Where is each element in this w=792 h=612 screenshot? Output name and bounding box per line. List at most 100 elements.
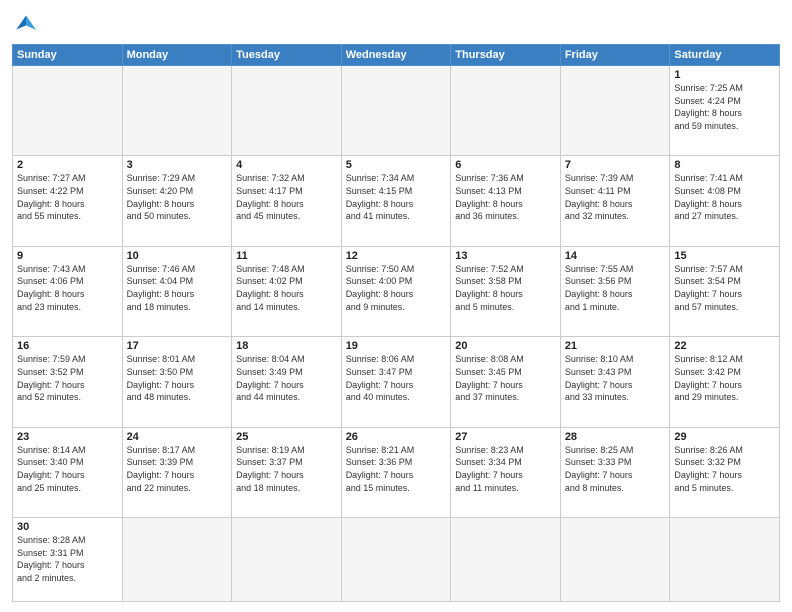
day-number: 8 — [674, 159, 775, 171]
day-number: 11 — [236, 250, 337, 262]
day-number: 27 — [455, 431, 556, 443]
day-number: 30 — [17, 521, 118, 533]
day-info: Sunrise: 7:43 AM Sunset: 4:06 PM Dayligh… — [17, 263, 118, 313]
calendar-day-cell: 30Sunrise: 8:28 AM Sunset: 3:31 PM Dayli… — [13, 518, 123, 602]
logo-icon — [12, 10, 40, 38]
day-number: 16 — [17, 340, 118, 352]
header — [12, 10, 780, 38]
calendar-day-cell: 10Sunrise: 7:46 AM Sunset: 4:04 PM Dayli… — [122, 246, 232, 336]
calendar-day-cell — [341, 518, 451, 602]
day-number: 24 — [127, 431, 228, 443]
calendar-day-cell: 13Sunrise: 7:52 AM Sunset: 3:58 PM Dayli… — [451, 246, 561, 336]
day-number: 12 — [346, 250, 447, 262]
day-number: 28 — [565, 431, 666, 443]
day-info: Sunrise: 8:19 AM Sunset: 3:37 PM Dayligh… — [236, 444, 337, 494]
calendar-header-monday: Monday — [122, 45, 232, 66]
calendar-day-cell — [232, 518, 342, 602]
day-info: Sunrise: 7:29 AM Sunset: 4:20 PM Dayligh… — [127, 172, 228, 222]
calendar-week-row: 23Sunrise: 8:14 AM Sunset: 3:40 PM Dayli… — [13, 427, 780, 517]
calendar-header-sunday: Sunday — [13, 45, 123, 66]
day-info: Sunrise: 7:39 AM Sunset: 4:11 PM Dayligh… — [565, 172, 666, 222]
calendar-day-cell: 7Sunrise: 7:39 AM Sunset: 4:11 PM Daylig… — [560, 156, 670, 246]
day-number: 15 — [674, 250, 775, 262]
calendar-day-cell: 11Sunrise: 7:48 AM Sunset: 4:02 PM Dayli… — [232, 246, 342, 336]
calendar-day-cell: 22Sunrise: 8:12 AM Sunset: 3:42 PM Dayli… — [670, 337, 780, 427]
calendar-header-wednesday: Wednesday — [341, 45, 451, 66]
day-info: Sunrise: 8:01 AM Sunset: 3:50 PM Dayligh… — [127, 353, 228, 403]
calendar-header-thursday: Thursday — [451, 45, 561, 66]
day-info: Sunrise: 7:36 AM Sunset: 4:13 PM Dayligh… — [455, 172, 556, 222]
day-number: 9 — [17, 250, 118, 262]
day-info: Sunrise: 8:08 AM Sunset: 3:45 PM Dayligh… — [455, 353, 556, 403]
day-number: 21 — [565, 340, 666, 352]
day-info: Sunrise: 7:32 AM Sunset: 4:17 PM Dayligh… — [236, 172, 337, 222]
calendar-day-cell: 24Sunrise: 8:17 AM Sunset: 3:39 PM Dayli… — [122, 427, 232, 517]
calendar-day-cell: 3Sunrise: 7:29 AM Sunset: 4:20 PM Daylig… — [122, 156, 232, 246]
day-number: 10 — [127, 250, 228, 262]
day-info: Sunrise: 7:50 AM Sunset: 4:00 PM Dayligh… — [346, 263, 447, 313]
calendar-day-cell: 1Sunrise: 7:25 AM Sunset: 4:24 PM Daylig… — [670, 66, 780, 156]
day-number: 5 — [346, 159, 447, 171]
day-info: Sunrise: 8:12 AM Sunset: 3:42 PM Dayligh… — [674, 353, 775, 403]
calendar-day-cell — [451, 66, 561, 156]
calendar-day-cell: 15Sunrise: 7:57 AM Sunset: 3:54 PM Dayli… — [670, 246, 780, 336]
day-number: 3 — [127, 159, 228, 171]
calendar-day-cell: 23Sunrise: 8:14 AM Sunset: 3:40 PM Dayli… — [13, 427, 123, 517]
day-number: 4 — [236, 159, 337, 171]
day-info: Sunrise: 7:59 AM Sunset: 3:52 PM Dayligh… — [17, 353, 118, 403]
day-number: 7 — [565, 159, 666, 171]
day-info: Sunrise: 7:25 AM Sunset: 4:24 PM Dayligh… — [674, 82, 775, 132]
day-info: Sunrise: 7:34 AM Sunset: 4:15 PM Dayligh… — [346, 172, 447, 222]
day-number: 18 — [236, 340, 337, 352]
day-info: Sunrise: 7:46 AM Sunset: 4:04 PM Dayligh… — [127, 263, 228, 313]
day-number: 20 — [455, 340, 556, 352]
day-info: Sunrise: 8:28 AM Sunset: 3:31 PM Dayligh… — [17, 534, 118, 584]
day-number: 13 — [455, 250, 556, 262]
day-info: Sunrise: 8:14 AM Sunset: 3:40 PM Dayligh… — [17, 444, 118, 494]
day-info: Sunrise: 8:23 AM Sunset: 3:34 PM Dayligh… — [455, 444, 556, 494]
day-info: Sunrise: 8:10 AM Sunset: 3:43 PM Dayligh… — [565, 353, 666, 403]
page: SundayMondayTuesdayWednesdayThursdayFrid… — [0, 0, 792, 612]
calendar-day-cell: 27Sunrise: 8:23 AM Sunset: 3:34 PM Dayli… — [451, 427, 561, 517]
day-number: 1 — [674, 69, 775, 81]
calendar-day-cell — [560, 518, 670, 602]
calendar-day-cell: 5Sunrise: 7:34 AM Sunset: 4:15 PM Daylig… — [341, 156, 451, 246]
day-info: Sunrise: 8:26 AM Sunset: 3:32 PM Dayligh… — [674, 444, 775, 494]
calendar-day-cell: 26Sunrise: 8:21 AM Sunset: 3:36 PM Dayli… — [341, 427, 451, 517]
calendar-day-cell: 4Sunrise: 7:32 AM Sunset: 4:17 PM Daylig… — [232, 156, 342, 246]
day-number: 17 — [127, 340, 228, 352]
calendar-day-cell: 8Sunrise: 7:41 AM Sunset: 4:08 PM Daylig… — [670, 156, 780, 246]
calendar-day-cell: 21Sunrise: 8:10 AM Sunset: 3:43 PM Dayli… — [560, 337, 670, 427]
calendar-day-cell — [451, 518, 561, 602]
day-info: Sunrise: 8:25 AM Sunset: 3:33 PM Dayligh… — [565, 444, 666, 494]
calendar-day-cell: 2Sunrise: 7:27 AM Sunset: 4:22 PM Daylig… — [13, 156, 123, 246]
day-number: 22 — [674, 340, 775, 352]
calendar-header-friday: Friday — [560, 45, 670, 66]
day-info: Sunrise: 8:06 AM Sunset: 3:47 PM Dayligh… — [346, 353, 447, 403]
calendar-day-cell: 17Sunrise: 8:01 AM Sunset: 3:50 PM Dayli… — [122, 337, 232, 427]
calendar-day-cell — [122, 518, 232, 602]
day-info: Sunrise: 8:04 AM Sunset: 3:49 PM Dayligh… — [236, 353, 337, 403]
calendar-day-cell: 29Sunrise: 8:26 AM Sunset: 3:32 PM Dayli… — [670, 427, 780, 517]
day-info: Sunrise: 8:17 AM Sunset: 3:39 PM Dayligh… — [127, 444, 228, 494]
day-number: 25 — [236, 431, 337, 443]
day-info: Sunrise: 7:57 AM Sunset: 3:54 PM Dayligh… — [674, 263, 775, 313]
calendar-header-row: SundayMondayTuesdayWednesdayThursdayFrid… — [13, 45, 780, 66]
calendar-day-cell: 14Sunrise: 7:55 AM Sunset: 3:56 PM Dayli… — [560, 246, 670, 336]
logo — [12, 10, 44, 38]
calendar-day-cell — [232, 66, 342, 156]
calendar-day-cell: 19Sunrise: 8:06 AM Sunset: 3:47 PM Dayli… — [341, 337, 451, 427]
calendar-header-tuesday: Tuesday — [232, 45, 342, 66]
calendar-day-cell — [13, 66, 123, 156]
day-info: Sunrise: 7:41 AM Sunset: 4:08 PM Dayligh… — [674, 172, 775, 222]
calendar-table: SundayMondayTuesdayWednesdayThursdayFrid… — [12, 44, 780, 602]
day-info: Sunrise: 7:48 AM Sunset: 4:02 PM Dayligh… — [236, 263, 337, 313]
day-number: 23 — [17, 431, 118, 443]
calendar-week-row: 2Sunrise: 7:27 AM Sunset: 4:22 PM Daylig… — [13, 156, 780, 246]
day-number: 14 — [565, 250, 666, 262]
calendar-day-cell: 25Sunrise: 8:19 AM Sunset: 3:37 PM Dayli… — [232, 427, 342, 517]
calendar-day-cell — [341, 66, 451, 156]
day-info: Sunrise: 7:52 AM Sunset: 3:58 PM Dayligh… — [455, 263, 556, 313]
day-number: 19 — [346, 340, 447, 352]
day-number: 29 — [674, 431, 775, 443]
